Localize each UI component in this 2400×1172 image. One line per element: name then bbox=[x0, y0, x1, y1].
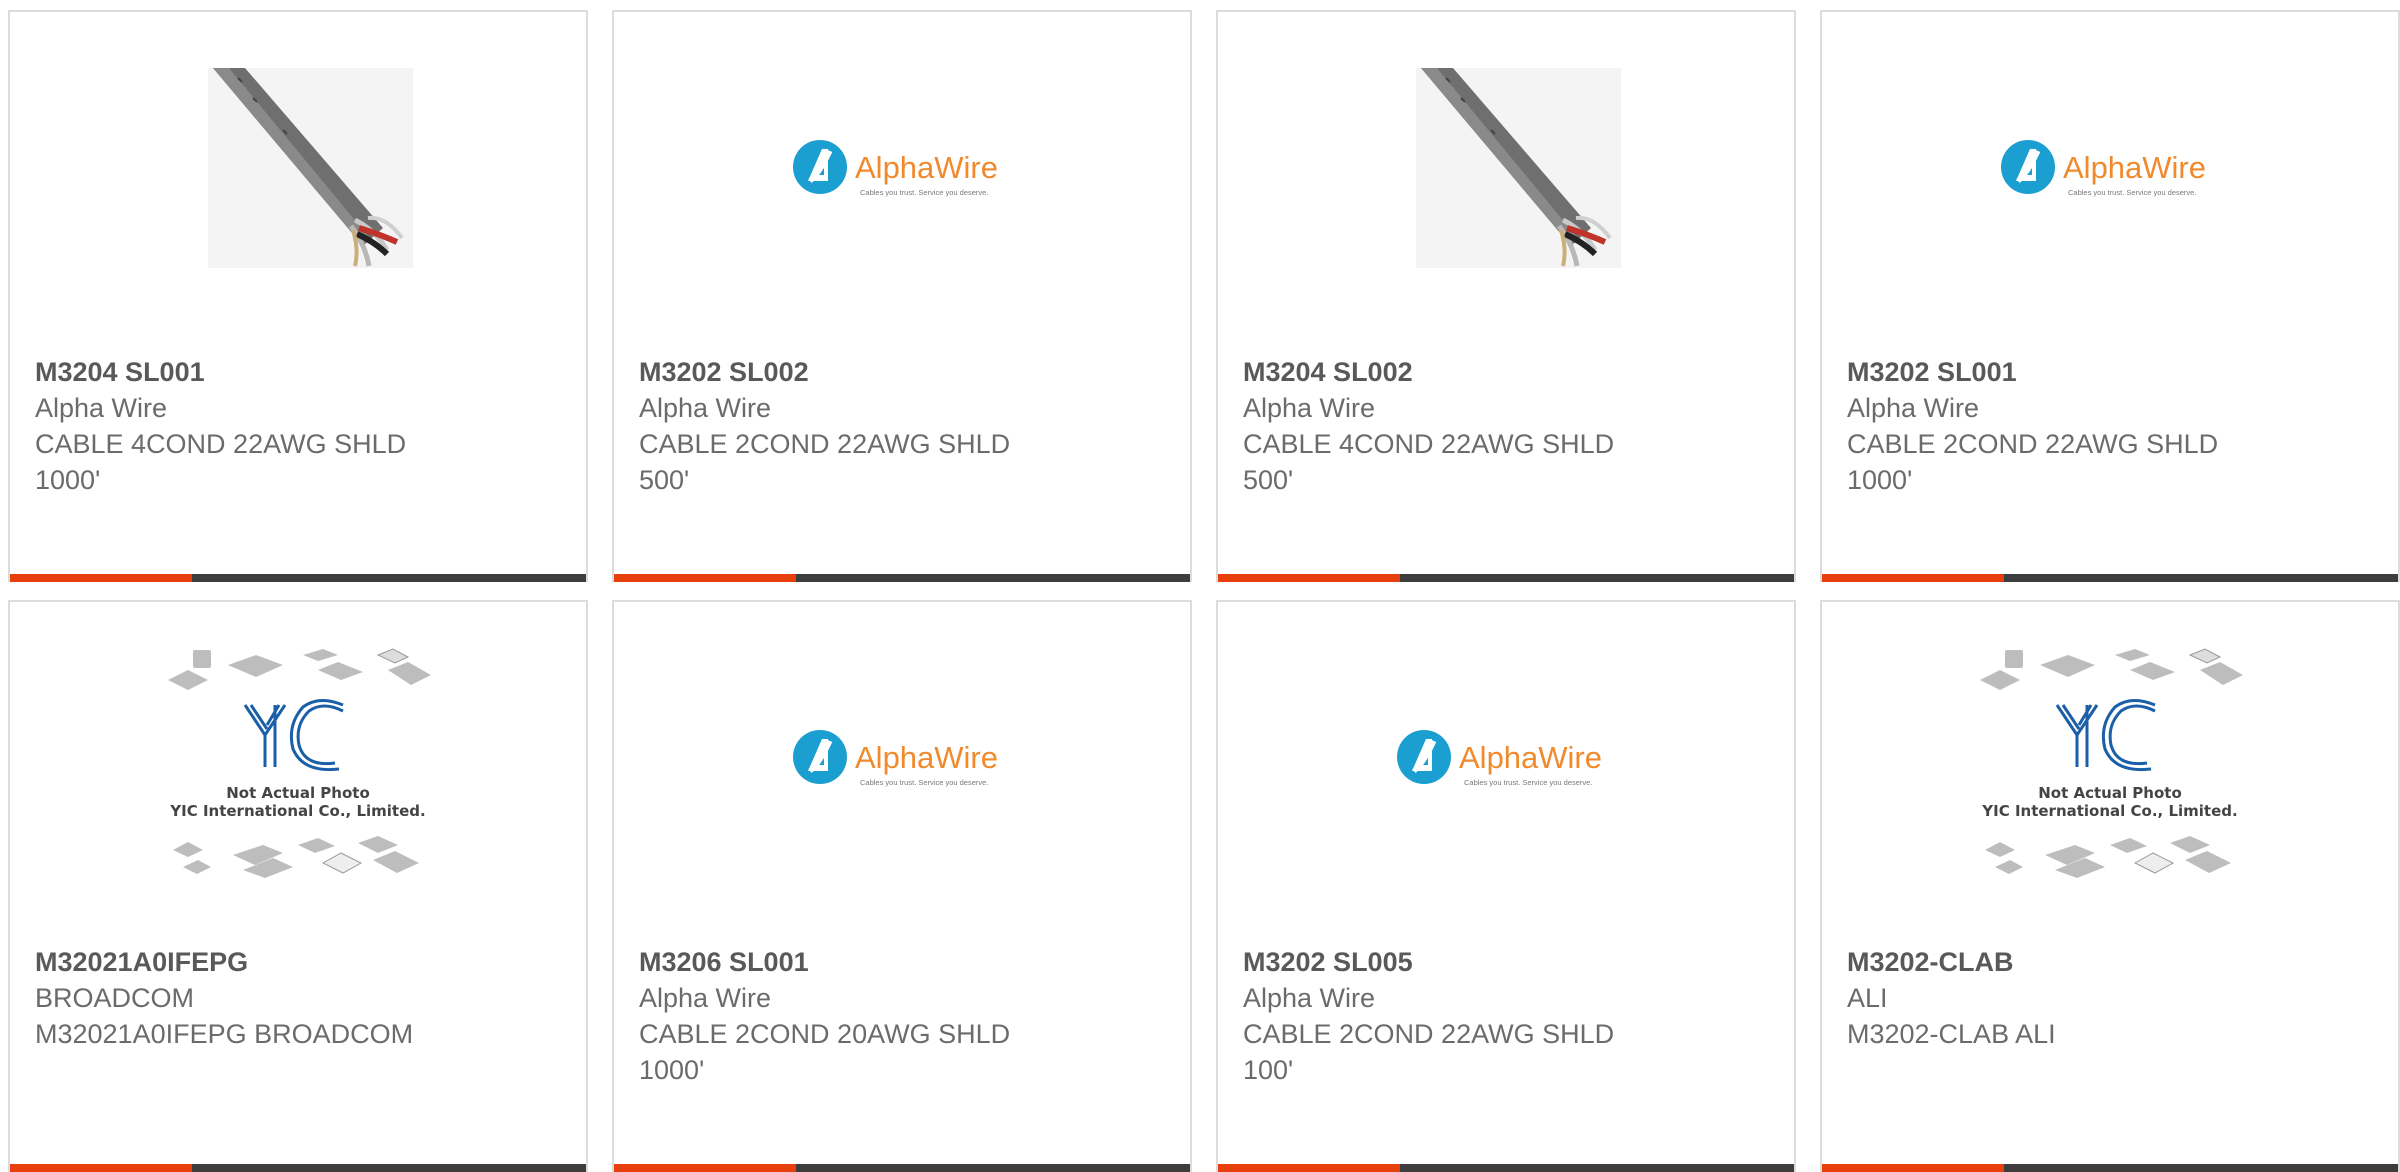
manufacturer: ALI bbox=[1847, 983, 1888, 1013]
part-number[interactable]: M3206 SL001 bbox=[639, 944, 1170, 980]
dark-segment bbox=[2004, 1164, 2398, 1172]
card-accent-bar bbox=[614, 574, 1190, 582]
dark-segment bbox=[1400, 1164, 1794, 1172]
product-info: M3206 SL001 Alpha Wire CABLE 2COND 20AWG… bbox=[639, 944, 1170, 1088]
product-info: M3202 SL002 Alpha Wire CABLE 2COND 22AWG… bbox=[639, 354, 1170, 498]
dark-segment bbox=[192, 1164, 586, 1172]
product-grid: M3204 SL001 Alpha Wire CABLE 4COND 22AWG… bbox=[8, 10, 2400, 1172]
dark-segment bbox=[796, 574, 1190, 582]
description: M32021A0IFEPG BROADCOM bbox=[35, 1019, 414, 1049]
product-image[interactable] bbox=[10, 68, 586, 278]
yic-placeholder-icon: Not Actual Photo YIC International Co., … bbox=[1980, 648, 2243, 878]
part-number[interactable]: M3202 SL005 bbox=[1243, 944, 1774, 980]
svg-text:Cables you trust. Service you: Cables you trust. Service you deserve. bbox=[860, 188, 988, 197]
part-number[interactable]: M3202 SL001 bbox=[1847, 354, 2378, 390]
product-info: M3202-CLAB ALI M3202-CLAB ALI bbox=[1847, 944, 2378, 1052]
alphawire-logo-icon: AlphaWire Cables you trust. Service you … bbox=[793, 140, 998, 197]
accent-segment bbox=[1218, 1164, 1400, 1172]
product-info: M3202 SL005 Alpha Wire CABLE 2COND 22AWG… bbox=[1243, 944, 1774, 1088]
dark-segment bbox=[2004, 574, 2398, 582]
product-image[interactable]: AlphaWire Cables you trust. Service you … bbox=[1822, 68, 2398, 278]
dark-segment bbox=[192, 574, 586, 582]
svg-text:YIC International Co., Limited: YIC International Co., Limited. bbox=[169, 802, 425, 820]
product-image[interactable]: AlphaWire Cables you trust. Service you … bbox=[1218, 658, 1794, 868]
svg-text:Cables you trust. Service you: Cables you trust. Service you deserve. bbox=[1464, 778, 1592, 787]
description: CABLE 2COND 22AWG SHLD 1000' bbox=[1847, 429, 2219, 495]
accent-segment bbox=[10, 574, 192, 582]
product-info: M32021A0IFEPG BROADCOM M32021A0IFEPG BRO… bbox=[35, 944, 566, 1052]
product-card-4[interactable]: AlphaWire Cables you trust. Service you … bbox=[1820, 10, 2400, 582]
part-number[interactable]: M3204 SL002 bbox=[1243, 354, 1774, 390]
manufacturer: Alpha Wire bbox=[1847, 393, 1980, 423]
product-info: M3202 SL001 Alpha Wire CABLE 2COND 22AWG… bbox=[1847, 354, 2378, 498]
svg-text:AlphaWire: AlphaWire bbox=[855, 740, 998, 775]
accent-segment bbox=[614, 1164, 796, 1172]
product-card-2[interactable]: AlphaWire Cables you trust. Service you … bbox=[612, 10, 1192, 582]
accent-segment bbox=[614, 574, 796, 582]
svg-text:AlphaWire: AlphaWire bbox=[1459, 740, 1602, 775]
alphawire-logo-icon: AlphaWire Cables you trust. Service you … bbox=[2001, 140, 2206, 197]
part-number[interactable]: M3202-CLAB bbox=[1847, 944, 2378, 980]
product-image[interactable]: AlphaWire Cables you trust. Service you … bbox=[614, 658, 1190, 868]
accent-segment bbox=[10, 1164, 192, 1172]
manufacturer: Alpha Wire bbox=[35, 393, 168, 423]
description: CABLE 2COND 22AWG SHLD 500' bbox=[639, 429, 1011, 495]
card-accent-bar bbox=[1822, 1164, 2398, 1172]
part-number[interactable]: M32021A0IFEPG bbox=[35, 944, 566, 980]
product-card-5[interactable]: Not Actual Photo YIC International Co., … bbox=[8, 600, 588, 1172]
cable-photo-icon bbox=[208, 68, 413, 268]
svg-text:AlphaWire: AlphaWire bbox=[2063, 150, 2206, 185]
product-card-6[interactable]: AlphaWire Cables you trust. Service you … bbox=[612, 600, 1192, 1172]
product-info: M3204 SL001 Alpha Wire CABLE 4COND 22AWG… bbox=[35, 354, 566, 498]
svg-text:Not Actual Photo: Not Actual Photo bbox=[2038, 784, 2182, 802]
svg-text:Cables you trust. Service you: Cables you trust. Service you deserve. bbox=[860, 778, 988, 787]
alphawire-logo-icon: AlphaWire Cables you trust. Service you … bbox=[1397, 730, 1602, 787]
card-accent-bar bbox=[10, 1164, 586, 1172]
svg-text:AlphaWire: AlphaWire bbox=[855, 150, 998, 185]
product-card-3[interactable]: M3204 SL002 Alpha Wire CABLE 4COND 22AWG… bbox=[1216, 10, 1796, 582]
description: CABLE 4COND 22AWG SHLD 500' bbox=[1243, 429, 1615, 495]
card-accent-bar bbox=[614, 1164, 1190, 1172]
accent-segment bbox=[1822, 1164, 2004, 1172]
product-info: M3204 SL002 Alpha Wire CABLE 4COND 22AWG… bbox=[1243, 354, 1774, 498]
product-image[interactable]: Not Actual Photo YIC International Co., … bbox=[10, 648, 586, 878]
manufacturer: BROADCOM bbox=[35, 983, 195, 1013]
description: CABLE 2COND 20AWG SHLD 1000' bbox=[639, 1019, 1011, 1085]
alphawire-logo-icon: AlphaWire Cables you trust. Service you … bbox=[793, 730, 998, 787]
product-image[interactable]: Not Actual Photo YIC International Co., … bbox=[1822, 648, 2398, 878]
manufacturer: Alpha Wire bbox=[1243, 983, 1376, 1013]
manufacturer: Alpha Wire bbox=[639, 393, 772, 423]
accent-segment bbox=[1822, 574, 2004, 582]
card-accent-bar bbox=[1822, 574, 2398, 582]
product-image[interactable]: AlphaWire Cables you trust. Service you … bbox=[614, 68, 1190, 278]
part-number[interactable]: M3202 SL002 bbox=[639, 354, 1170, 390]
svg-text:Cables you trust. Service you: Cables you trust. Service you deserve. bbox=[2068, 188, 2196, 197]
manufacturer: Alpha Wire bbox=[639, 983, 772, 1013]
dark-segment bbox=[796, 1164, 1190, 1172]
card-accent-bar bbox=[1218, 574, 1794, 582]
card-accent-bar bbox=[1218, 1164, 1794, 1172]
cable-photo-icon bbox=[1416, 68, 1621, 268]
accent-segment bbox=[1218, 574, 1400, 582]
product-card-8[interactable]: Not Actual Photo YIC International Co., … bbox=[1820, 600, 2400, 1172]
card-accent-bar bbox=[10, 574, 586, 582]
svg-text:YIC International Co., Limited: YIC International Co., Limited. bbox=[1981, 802, 2237, 820]
svg-text:Not Actual Photo: Not Actual Photo bbox=[226, 784, 370, 802]
product-card-7[interactable]: AlphaWire Cables you trust. Service you … bbox=[1216, 600, 1796, 1172]
description: M3202-CLAB ALI bbox=[1847, 1019, 2056, 1049]
dark-segment bbox=[1400, 574, 1794, 582]
yic-placeholder-icon: Not Actual Photo YIC International Co., … bbox=[168, 648, 431, 878]
product-card-1[interactable]: M3204 SL001 Alpha Wire CABLE 4COND 22AWG… bbox=[8, 10, 588, 582]
description: CABLE 2COND 22AWG SHLD 100' bbox=[1243, 1019, 1615, 1085]
manufacturer: Alpha Wire bbox=[1243, 393, 1376, 423]
part-number[interactable]: M3204 SL001 bbox=[35, 354, 566, 390]
product-image[interactable] bbox=[1218, 68, 1794, 278]
description: CABLE 4COND 22AWG SHLD 1000' bbox=[35, 429, 407, 495]
